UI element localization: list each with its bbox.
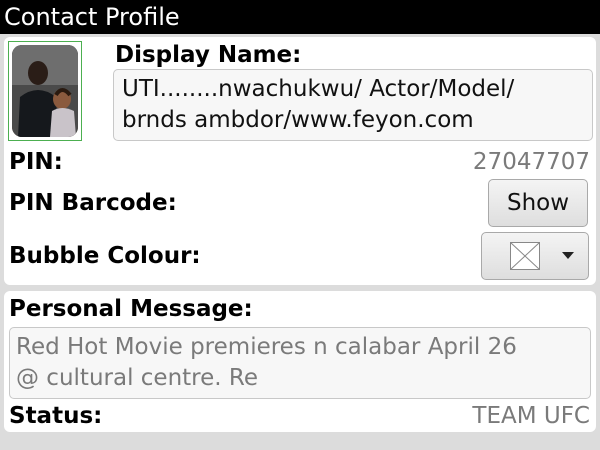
chevron-down-icon	[562, 252, 574, 259]
pin-value: 27047707	[472, 149, 590, 175]
display-name-field[interactable]: UTI........nwachukwu/ Actor/Model/ brnds…	[113, 69, 593, 141]
display-name-line-1: UTI........nwachukwu/ Actor/Model/	[122, 76, 515, 102]
avatar-image	[12, 45, 78, 137]
show-barcode-button[interactable]: Show	[488, 179, 588, 227]
personal-message-line-2: @ cultural centre. Re	[16, 365, 258, 391]
display-name-label: Display Name:	[115, 42, 302, 68]
bubble-colour-label: Bubble Colour:	[9, 243, 201, 269]
message-panel: Personal Message: Red Hot Movie premiere…	[4, 291, 596, 432]
status-label: Status:	[9, 403, 103, 429]
personal-message-label: Personal Message:	[9, 296, 253, 322]
personal-message-field[interactable]: Red Hot Movie premieres n calabar April …	[9, 327, 591, 399]
bubble-colour-dropdown[interactable]	[481, 232, 589, 280]
empty-swatch-icon	[510, 242, 540, 270]
pin-barcode-label: PIN Barcode:	[9, 190, 177, 216]
status-value: TEAM UFC	[472, 403, 590, 429]
contact-photo	[12, 45, 78, 137]
display-name-line-2: brnds ambdor/www.feyon.com	[122, 107, 474, 133]
avatar[interactable]	[8, 41, 82, 141]
page-title: Contact Profile	[0, 0, 600, 34]
profile-panel: Display Name: UTI........nwachukwu/ Acto…	[4, 37, 596, 285]
personal-message-line-1: Red Hot Movie premieres n calabar April …	[16, 334, 517, 360]
pin-label: PIN:	[9, 149, 63, 175]
